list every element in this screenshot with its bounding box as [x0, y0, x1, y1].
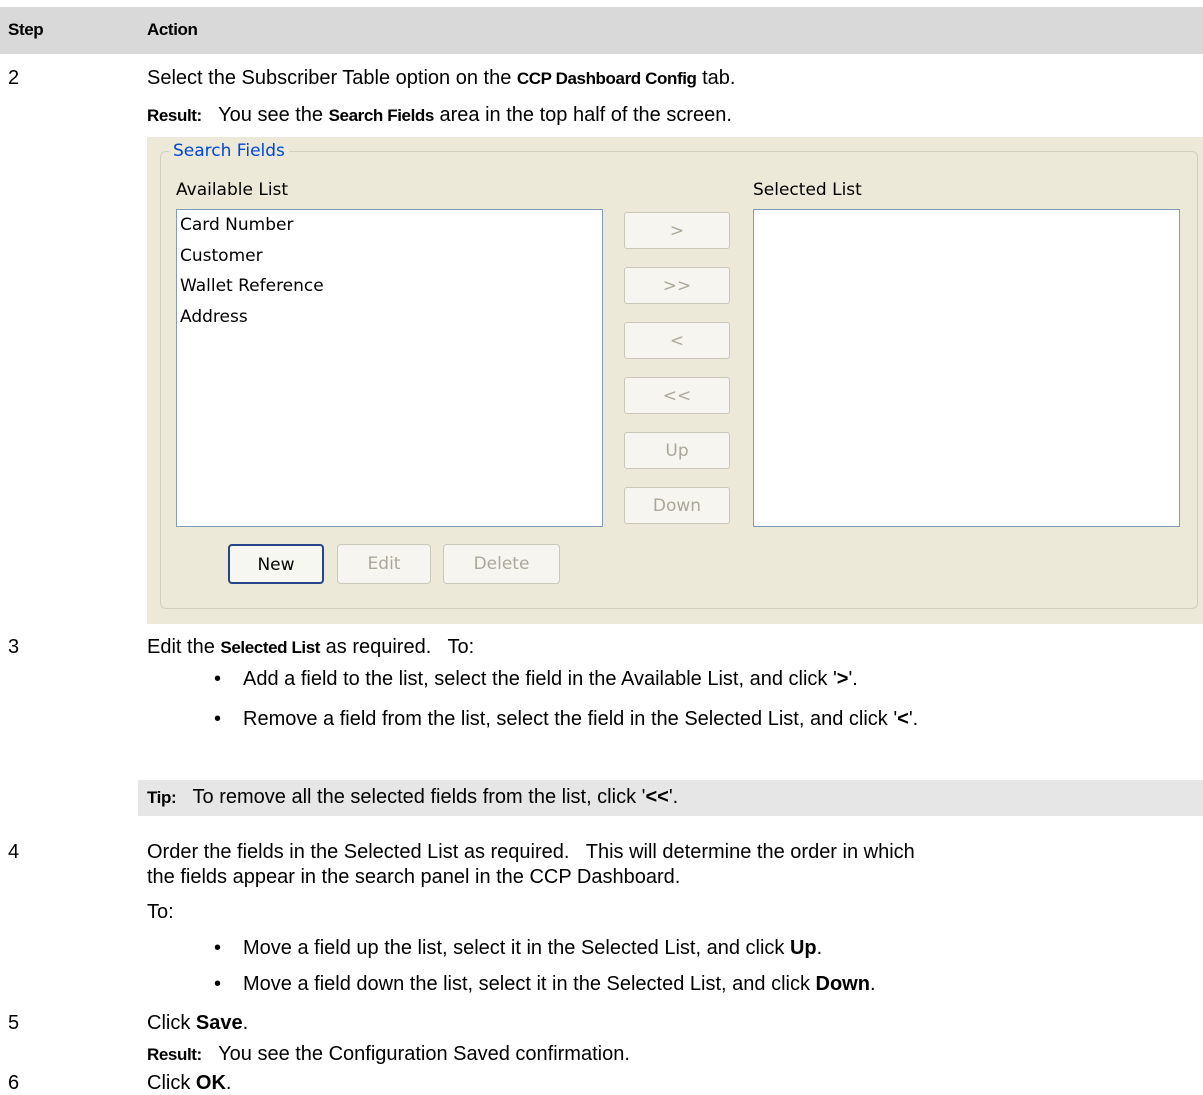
list-item[interactable]: Card Number [180, 215, 293, 235]
selected-list-label: Selected List [753, 180, 862, 200]
step-2-text: Select the Subscriber Table option on th… [147, 67, 736, 89]
step-4-bullet-2: Move a field down the list, select it in… [243, 973, 876, 995]
remove-all-button[interactable]: << [624, 377, 730, 414]
step-number-4: 4 [8, 841, 20, 863]
header-step: Step [8, 20, 44, 39]
step-number-3: 3 [8, 636, 20, 658]
list-item[interactable]: Wallet Reference [180, 276, 324, 296]
move-up-button[interactable]: Up [624, 432, 730, 469]
result-label: Result: [147, 106, 202, 125]
step-number-6: 6 [8, 1072, 20, 1094]
bullet-icon: • [214, 973, 222, 995]
step-3-bullet-2: Remove a field from the list, select the… [243, 708, 919, 730]
search-fields-title: Search Fields [169, 141, 289, 161]
add-selected-button[interactable]: > [624, 212, 730, 249]
step-2-result: Result: You see the Search Fields area i… [147, 104, 732, 126]
table-header: Step Action [0, 7, 1203, 54]
step-number-2: 2 [8, 67, 20, 89]
remove-selected-button[interactable]: < [624, 322, 730, 359]
step-4-bullet-1: Move a field up the list, select it in t… [243, 937, 823, 959]
available-list-label: Available List [176, 180, 289, 200]
edit-button[interactable]: Edit [337, 544, 431, 584]
header-action: Action [147, 20, 198, 39]
step-4-line-1: Order the fields in the Selected List as… [147, 841, 915, 863]
list-item[interactable]: Address [180, 307, 248, 327]
list-item[interactable]: Customer [180, 246, 263, 266]
step-3-text: Edit the Selected List as required. To: [147, 636, 475, 658]
tip-label: Tip: [147, 788, 177, 807]
step-5-text: Click Save. [147, 1012, 249, 1034]
step-5-result: Result: You see the Configuration Saved … [147, 1043, 630, 1065]
tip-text: Tip: To remove all the selected fields f… [147, 786, 679, 808]
bullet-icon: • [214, 937, 222, 959]
step-number-5: 5 [8, 1012, 20, 1034]
available-list[interactable]: Card Number Customer Wallet Reference Ad… [176, 209, 603, 527]
delete-button[interactable]: Delete [443, 544, 560, 584]
step-4-line-2: the fields appear in the search panel in… [147, 866, 681, 888]
result-label: Result: [147, 1045, 202, 1064]
step-3-bullet-1: Add a field to the list, select the fiel… [243, 668, 858, 690]
move-down-button[interactable]: Down [624, 487, 730, 524]
tab-name: CCP Dashboard Config [516, 69, 697, 88]
step-6-text: Click OK. [147, 1072, 232, 1094]
selected-list[interactable] [753, 209, 1180, 527]
new-button[interactable]: New [228, 544, 324, 584]
bullet-icon: • [214, 668, 222, 690]
add-all-button[interactable]: >> [624, 267, 730, 304]
bullet-icon: • [214, 708, 222, 730]
step-4-to: To: [147, 901, 174, 923]
